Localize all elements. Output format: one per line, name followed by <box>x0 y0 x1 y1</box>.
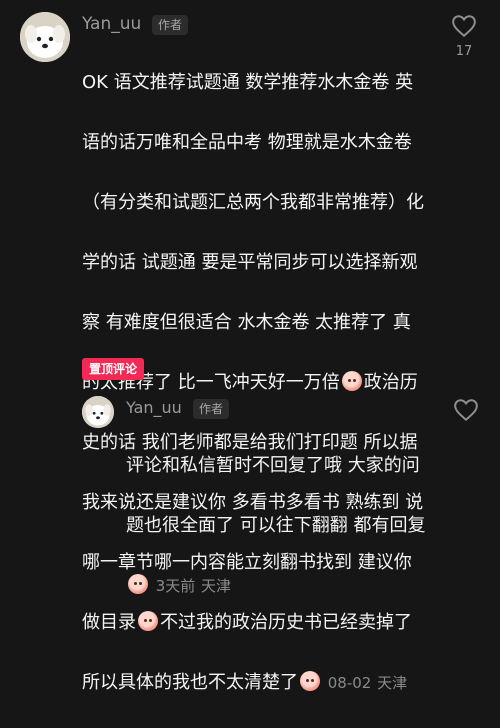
comment-line: 语的话万唯和全品中考 物理就是水木金卷 <box>82 132 412 153</box>
crying-face-emoji <box>300 671 320 691</box>
reply-heart-icon[interactable] <box>453 398 479 422</box>
crying-face-emoji <box>341 371 362 391</box>
reply-line: 评论和私信暂时不回复了哦 大家的问 <box>126 455 420 476</box>
comment-author-name[interactable]: Yan_uu <box>82 14 141 34</box>
reply-time: 3天前 <box>155 577 196 595</box>
comment-line-text: 政治历 <box>363 372 418 393</box>
reply-avatar[interactable] <box>82 396 114 428</box>
comment-line-text: 所以具体的我也不太清楚了 <box>82 672 298 693</box>
reply-text: 评论和私信暂时不回复了哦 大家的问 题也很全面了 可以往下翻翻 都有回复 3天前… <box>126 421 446 631</box>
reply-author-name[interactable]: Yan_uu <box>126 398 182 417</box>
comment-line: 学的话 试题通 要是平常同步可以选择新观 <box>82 252 418 273</box>
blushing-face-emoji <box>128 574 148 594</box>
heart-icon[interactable] <box>451 14 477 38</box>
reply-meta: 3天前 天津 <box>126 571 446 601</box>
comment-location: 天津 <box>377 674 408 692</box>
comment-line: 所以具体的我也不太清楚了 08-02 天津 <box>82 668 462 698</box>
pinned-comment-badge: 置顶评论 <box>82 358 145 380</box>
reply-line: 题也很全面了 可以往下翻翻 都有回复 <box>126 515 426 536</box>
author-badge: 作者 <box>152 15 189 35</box>
comment-line: （有分类和试题汇总两个我都非常推荐）化 <box>82 192 424 213</box>
reply-location: 天津 <box>201 577 232 595</box>
comment-line: OK 语文推荐试题通 数学推荐水木金卷 英 <box>82 72 414 93</box>
avatar[interactable] <box>20 12 70 62</box>
reply-author-badge: 作者 <box>193 399 230 419</box>
comment-line: 察 有难度但很适合 水木金卷 太推荐了 真 <box>82 312 411 333</box>
comment-date: 08-02 <box>327 674 372 692</box>
